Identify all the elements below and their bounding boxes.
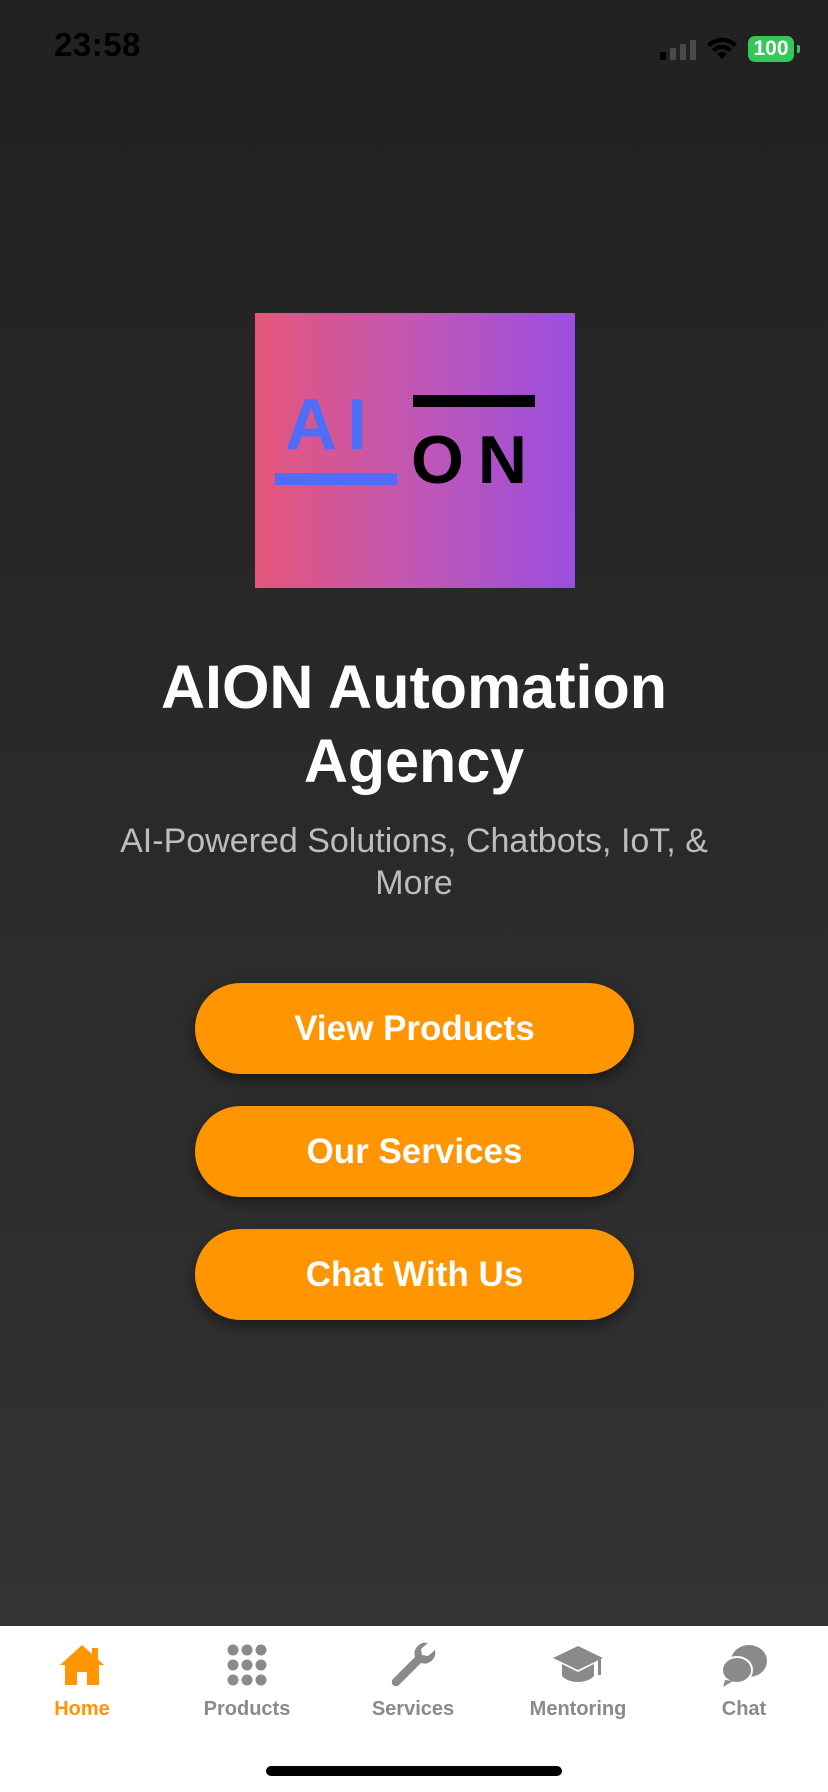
wrench-icon — [391, 1642, 436, 1687]
our-services-button[interactable]: Our Services — [195, 1106, 634, 1197]
tab-services[interactable]: Services — [338, 1640, 488, 1726]
status-indicators: 100 — [660, 34, 800, 64]
page-title: AION Automation Agency — [160, 653, 668, 795]
chat-bubbles-icon — [721, 1645, 767, 1687]
logo-text-ai: AI — [285, 385, 377, 465]
logo-text-on: ON — [411, 422, 541, 498]
tab-chat[interactable]: Chat — [669, 1640, 819, 1726]
wifi-icon — [707, 37, 737, 59]
tab-products[interactable]: Products — [172, 1640, 322, 1726]
tab-mentoring-label: Mentoring — [529, 1698, 627, 1720]
cellular-signal-icon — [660, 38, 696, 60]
page-subtitle: AI-Powered Solutions, Chatbots, IoT, & M… — [120, 822, 708, 902]
aion-logo: AI ON — [255, 313, 575, 588]
tab-home-label: Home — [54, 1698, 110, 1720]
tab-services-label: Services — [371, 1698, 455, 1720]
status-time: 23:58 — [54, 26, 141, 63]
grid-icon — [227, 1644, 267, 1686]
tab-home[interactable]: Home — [7, 1640, 157, 1726]
house-icon — [60, 1645, 104, 1685]
tab-chat-label: Chat — [721, 1698, 767, 1720]
home-indicator — [266, 1766, 562, 1776]
chat-with-us-button[interactable]: Chat With Us — [195, 1229, 634, 1320]
tab-mentoring[interactable]: Mentoring — [503, 1640, 653, 1726]
battery-icon: 100 — [748, 36, 800, 62]
graduation-cap-icon — [553, 1646, 603, 1682]
view-products-button[interactable]: View Products — [195, 983, 634, 1074]
home-screen: 23:58 100 AI ON AION Automation Agency A… — [0, 0, 828, 1626]
battery-level: 100 — [753, 37, 789, 60]
tab-products-label: Products — [203, 1698, 291, 1720]
